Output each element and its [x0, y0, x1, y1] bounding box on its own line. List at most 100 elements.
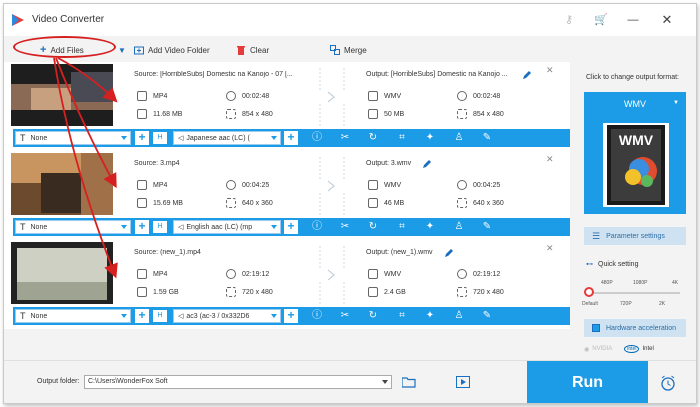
effects-wand-icon[interactable]: ✦ [424, 132, 436, 144]
video-file-icon [368, 180, 378, 190]
edit-subtitle-icon[interactable]: ✎ [481, 221, 493, 233]
output-duration: 00:02:48 [457, 91, 500, 101]
crop-icon[interactable]: ⌗ [396, 132, 408, 144]
rotate-icon[interactable]: ↻ [367, 310, 379, 322]
edit-output-name-icon[interactable] [422, 159, 432, 169]
list-item[interactable]: Source: 3.mp4 MP4 00:04:25 15.69 MB 640 … [4, 151, 570, 240]
add-subtitle-button[interactable]: + [135, 220, 149, 234]
info-icon[interactable]: ⓘ [311, 221, 323, 233]
crop-icon[interactable]: ⌗ [396, 310, 408, 322]
output-resolution: 854 x 480 [457, 109, 504, 119]
nvidia-label: NVIDIA [592, 346, 613, 352]
watermark-icon[interactable]: ♙ [453, 221, 465, 233]
video-thumbnail[interactable] [11, 153, 113, 215]
quality-slider-knob[interactable] [584, 287, 594, 297]
quality-label-480p: 480P [601, 280, 613, 286]
open-folder-icon[interactable] [402, 376, 416, 388]
add-files-dropdown[interactable]: ▼ [118, 43, 126, 57]
source-format: MP4 [137, 269, 167, 279]
output-size: 50 MB [368, 109, 404, 119]
list-item[interactable]: Source: [HorribleSubs] Domestic na Kanoj… [4, 62, 570, 151]
app-logo-icon [12, 14, 24, 26]
edit-output-name-icon[interactable] [444, 248, 454, 258]
crop-icon[interactable]: ⌗ [396, 221, 408, 233]
subtitle-select[interactable]: T None [15, 131, 131, 145]
output-format-selector[interactable]: WMV ▼ WMV [584, 92, 686, 214]
intel-logo-icon: intel [624, 345, 640, 353]
video-thumbnail[interactable] [11, 64, 113, 126]
subtitle-select[interactable]: T None [15, 309, 131, 323]
quality-label-2k: 2K [659, 301, 666, 307]
add-subtitle-button[interactable]: + [135, 309, 149, 323]
add-subtitle-button[interactable]: + [135, 131, 149, 145]
source-resolution: 854 x 480 [226, 109, 273, 119]
source-name: Source: [HorribleSubs] Domestic na Kanoj… [134, 71, 293, 78]
subtitle-file-icon[interactable]: H [153, 310, 167, 322]
wmv-logo-text: WMV [619, 132, 654, 148]
speaker-icon: ◁ [178, 135, 184, 142]
run-button[interactable]: Run [527, 361, 648, 403]
remove-item-icon[interactable]: ✕ [546, 243, 554, 254]
video-file-icon [137, 269, 147, 279]
output-format: WMV [368, 180, 401, 190]
minimize-icon[interactable]: — [626, 13, 640, 27]
quick-setting-label: Quick setting [598, 260, 639, 268]
scissors-icon[interactable]: ✂ [339, 132, 351, 144]
output-name: Output: [HorribleSubs] Domestic na Kanoj… [366, 71, 508, 78]
output-format-hint: Click to change output format: [586, 74, 679, 81]
gpu-nvidia-option[interactable]: ◉ NVIDIA [584, 342, 612, 356]
clear-button[interactable]: Clear [236, 43, 269, 57]
effects-wand-icon[interactable]: ✦ [424, 310, 436, 322]
key-icon[interactable]: ⚷ [562, 13, 576, 27]
add-files-highlight [13, 36, 116, 58]
info-icon[interactable]: ⓘ [311, 310, 323, 322]
quality-label-720p: 720P [620, 301, 632, 307]
quick-setting-header: ⊷ Quick setting [586, 260, 639, 269]
add-audio-button[interactable]: + [284, 309, 298, 323]
audio-track-select[interactable]: ◁ Japanese aac (LC) ( [173, 131, 281, 145]
subtitle-file-icon[interactable]: H [153, 221, 167, 233]
add-audio-button[interactable]: + [284, 131, 298, 145]
edit-output-name-icon[interactable] [522, 70, 532, 80]
remove-item-icon[interactable]: ✕ [546, 154, 554, 165]
add-audio-button[interactable]: + [284, 220, 298, 234]
close-icon[interactable]: ✕ [660, 13, 674, 27]
video-thumbnail[interactable] [11, 242, 113, 304]
scissors-icon[interactable]: ✂ [339, 221, 351, 233]
arrow-divider [319, 157, 345, 215]
add-video-folder-button[interactable]: Add Video Folder [134, 43, 210, 57]
remove-item-icon[interactable]: ✕ [546, 65, 554, 76]
info-icon[interactable]: ⓘ [311, 132, 323, 144]
watermark-icon[interactable]: ♙ [453, 310, 465, 322]
quality-slider-track[interactable] [588, 292, 680, 294]
text-icon: T [20, 222, 26, 232]
edit-subtitle-icon[interactable]: ✎ [481, 310, 493, 322]
speaker-icon: ◁ [178, 224, 184, 231]
watermark-icon[interactable]: ♙ [453, 132, 465, 144]
output-preview-icon[interactable] [456, 376, 470, 388]
gpu-intel-option[interactable]: intel Intel [624, 342, 654, 356]
edit-subtitle-icon[interactable]: ✎ [481, 132, 493, 144]
hardware-acceleration-button[interactable]: Hardware acceleration [584, 319, 686, 337]
output-folder-select[interactable]: C:\Users\WonderFox Soft [84, 375, 392, 389]
output-settings-panel: Click to change output format: WMV ▼ WMV… [576, 62, 696, 360]
list-item[interactable]: Source: (new_1).mp4 MP4 02:19:12 1.59 GB… [4, 240, 570, 329]
source-duration: 00:02:48 [226, 91, 269, 101]
clock-icon [226, 91, 236, 101]
output-format: WMV [368, 269, 401, 279]
resolution-icon [226, 198, 236, 208]
audio-track-select[interactable]: ◁ English aac (LC) (mp [173, 220, 281, 234]
rotate-icon[interactable]: ↻ [367, 221, 379, 233]
audio-track-select[interactable]: ◁ ac3 (ac-3 / 0x332D6 [173, 309, 281, 323]
cart-icon[interactable]: 🛒 [594, 13, 608, 27]
effects-wand-icon[interactable]: ✦ [424, 221, 436, 233]
subtitle-select[interactable]: T None [15, 220, 131, 234]
rotate-icon[interactable]: ↻ [367, 132, 379, 144]
scissors-icon[interactable]: ✂ [339, 310, 351, 322]
output-resolution: 640 x 360 [457, 198, 504, 208]
parameter-settings-button[interactable]: ☰ Parameter settings [584, 227, 686, 245]
subtitle-file-icon[interactable]: H [153, 132, 167, 144]
merge-button[interactable]: Merge [330, 43, 367, 57]
alarm-clock-icon[interactable] [660, 375, 676, 391]
output-duration: 02:19:12 [457, 269, 500, 279]
